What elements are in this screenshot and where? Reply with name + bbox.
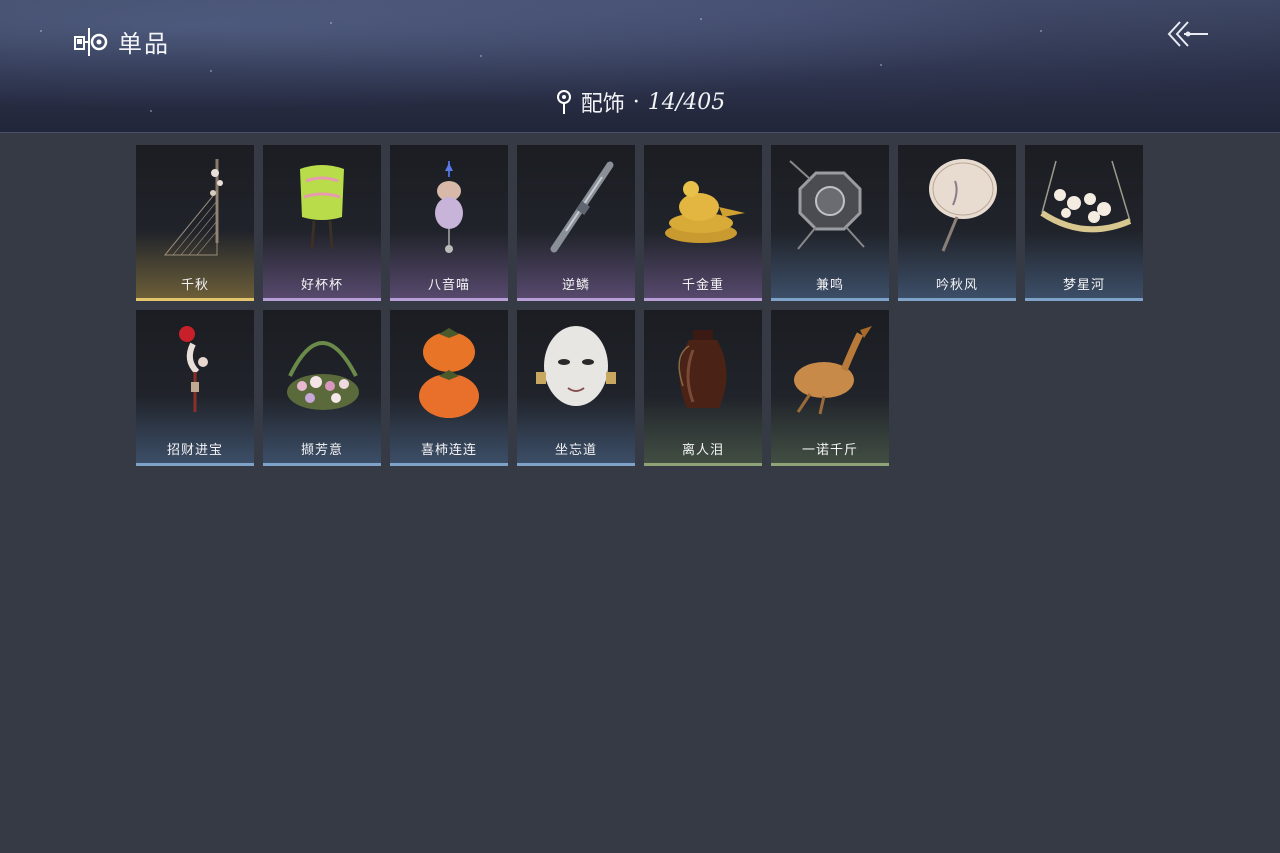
pin-icon [556,90,571,114]
rarity-bar [644,298,762,301]
item-name: 招财进宝 [166,443,223,458]
item-name: 好杯杯 [300,278,343,293]
rarity-bar [136,463,254,466]
rarity-bar [263,298,381,301]
back-arrow-icon [1167,21,1208,47]
rarity-bar [517,463,635,466]
rarity-bar [390,463,508,466]
star-speck [700,18,702,20]
rarity-bar [1025,298,1143,301]
green-cup-icon [272,151,372,261]
star-speck [40,30,42,32]
item-card[interactable]: 千秋 [136,145,254,301]
item-card[interactable]: 八音喵 [390,145,508,301]
item-name: 吟秋风 [935,278,978,293]
item-card[interactable]: 喜柿连连 [390,310,508,466]
rarity-bar [644,463,762,466]
round-fan-icon [907,151,1007,261]
blade-icon [526,151,626,261]
item-name: 梦星河 [1062,278,1105,293]
string-instrument-icon [145,151,245,261]
flower-basket-icon [272,316,372,426]
item-name: 逆鳞 [561,278,590,293]
item-card[interactable]: 坐忘道 [517,310,635,466]
rarity-bar [136,298,254,301]
star-speck [210,70,212,72]
white-mask-icon [526,316,626,426]
item-name: 一诺千斤 [801,443,858,458]
roast-duck-icon [780,316,880,426]
item-card[interactable]: 好杯杯 [263,145,381,301]
star-speck [330,22,332,24]
item-card[interactable]: 招财进宝 [136,310,254,466]
back-button[interactable] [1166,18,1210,52]
rarity-bar [517,298,635,301]
item-card[interactable]: 一诺千斤 [771,310,889,466]
category-name: 配饰 [580,92,625,117]
star-speck [1040,30,1042,32]
item-name: 八音喵 [427,278,470,293]
item-name: 喜柿连连 [420,443,477,458]
item-card[interactable]: 千金重 [644,145,762,301]
page-title: 单品 [118,30,170,58]
category-separator: · [632,89,640,115]
cat-pendant-icon [399,151,499,261]
item-card[interactable]: 离人泪 [644,310,762,466]
persimmons-icon [399,316,499,426]
rarity-bar [263,463,381,466]
item-grid: 千秋 好杯杯 八音喵 逆鳞 千金重 兼鸣 吟秋风 梦星河招财进宝 撷芳意 喜柿连连 坐忘道 离人泪 一诺… [136,145,1143,466]
rarity-bar [390,298,508,301]
octagon-charm-icon [780,151,880,261]
wine-jar-icon [653,316,753,426]
golden-bird-icon [653,151,753,261]
category-count: 14/405 [647,89,726,115]
item-card[interactable]: 兼鸣 [771,145,889,301]
category-header: 配饰 · 14/405 [0,86,1280,118]
item-name: 千金重 [681,278,724,293]
top-banner: 单品 配饰 · 14/405 [0,0,1280,133]
item-card[interactable]: 梦星河 [1025,145,1143,301]
rarity-bar [771,463,889,466]
item-card[interactable]: 逆鳞 [517,145,635,301]
item-card[interactable]: 吟秋风 [898,145,1016,301]
page-title-group: 单品 [74,24,170,59]
flower-swing-icon [1034,151,1134,261]
item-name: 坐忘道 [554,443,597,458]
red-tassel-icon [145,316,245,426]
rarity-bar [898,298,1016,301]
star-speck [480,55,482,57]
rarity-bar [771,298,889,301]
outfit-icon [74,27,108,56]
item-name: 撷芳意 [300,443,343,458]
item-name: 千秋 [180,278,209,293]
item-name: 离人泪 [681,443,724,458]
star-speck [880,64,882,66]
item-name: 兼鸣 [815,278,844,293]
item-card[interactable]: 撷芳意 [263,310,381,466]
